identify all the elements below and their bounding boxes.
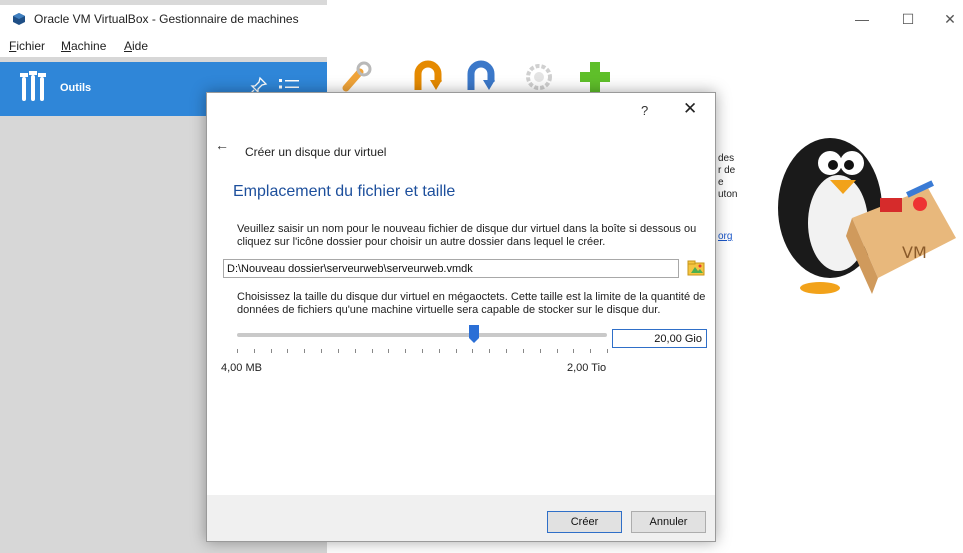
window-title: Oracle VM VirtualBox - Gestionnaire de m… [34, 12, 299, 26]
slider-min-label: 4,00 MB [221, 362, 262, 374]
menu-bar: Fichier Machine Aide [0, 37, 963, 57]
create-button[interactable]: Créer [547, 511, 622, 533]
slider-tick [321, 349, 323, 353]
dialog-close-button[interactable]: ✕ [683, 99, 697, 119]
welcome-text-fragment-3: e [718, 177, 724, 188]
dialog-footer: Créer Annuler [207, 495, 715, 541]
slider-tick [556, 349, 558, 353]
slider-tick [573, 349, 575, 353]
location-description: Veuillez saisir un nom pour le nouveau f… [237, 223, 697, 248]
tools-icon [20, 71, 46, 101]
slider-tick [607, 349, 608, 353]
slider-tick [304, 349, 306, 353]
slider-tick [539, 349, 541, 353]
virtualbox-logo-icon [13, 13, 25, 25]
slider-tick [590, 349, 592, 353]
tools-label: Outils [60, 82, 92, 94]
slider-tick [506, 349, 508, 353]
page-heading: Emplacement du fichier et taille [233, 183, 456, 200]
welcome-link-fragment[interactable]: org [718, 231, 732, 242]
tux-toolbox-mascot-icon: VM [778, 138, 956, 294]
size-description: Choisissez la taille du disque dur virtu… [237, 291, 706, 316]
size-slider-track[interactable] [237, 333, 607, 337]
back-arrow-icon[interactable]: ← [215, 137, 229, 153]
slider-tick [253, 349, 255, 353]
slider-tick [489, 349, 491, 353]
size-value-input[interactable] [612, 329, 707, 348]
menu-aide[interactable]: Aide [124, 39, 148, 53]
wizard-title: Créer un disque dur virtuel [245, 145, 387, 159]
welcome-text-fragment-2: r de [718, 165, 736, 176]
file-path-input[interactable] [223, 259, 679, 278]
export-icon[interactable] [465, 60, 499, 94]
import-icon[interactable] [412, 60, 446, 94]
slider-tick [270, 349, 272, 353]
title-bar-strip [0, 0, 327, 5]
slider-tick [405, 349, 407, 353]
maximize-button[interactable]: ☐ [893, 8, 923, 30]
menu-fichier[interactable]: Fichier [9, 39, 45, 53]
slider-tick [422, 349, 423, 353]
cancel-button[interactable]: Annuler [631, 511, 706, 533]
settings-gear-icon[interactable] [522, 60, 556, 94]
slider-tick [522, 349, 524, 353]
svg-text:VM: VM [902, 243, 927, 262]
menu-machine[interactable]: Machine [61, 39, 106, 53]
add-icon[interactable] [578, 60, 612, 94]
welcome-text-fragment-1: des [718, 153, 735, 164]
welcome-text-fragment-4: uton [718, 189, 738, 200]
help-button[interactable]: ? [641, 103, 648, 118]
slider-tick [354, 349, 356, 353]
minimize-button[interactable]: — [847, 8, 877, 30]
slider-max-label: 2,00 Tio [567, 362, 607, 374]
slider-tick [455, 349, 457, 353]
slider-tick [337, 349, 339, 353]
wrench-icon[interactable] [340, 60, 374, 94]
size-slider-handle[interactable] [469, 325, 479, 343]
size-slider-ticks [237, 349, 608, 354]
create-virtual-disk-dialog: ? ✕ ← Créer un disque dur virtuel Emplac… [206, 92, 716, 542]
slider-tick [287, 349, 289, 353]
close-window-button[interactable]: ✕ [935, 8, 963, 30]
title-bar: Oracle VM VirtualBox - Gestionnaire de m… [0, 0, 963, 38]
slider-tick [237, 349, 238, 353]
slider-tick [371, 349, 373, 353]
slider-tick [472, 349, 474, 353]
choose-folder-icon[interactable] [687, 259, 705, 277]
slider-tick [438, 349, 440, 353]
slider-tick [388, 349, 390, 353]
